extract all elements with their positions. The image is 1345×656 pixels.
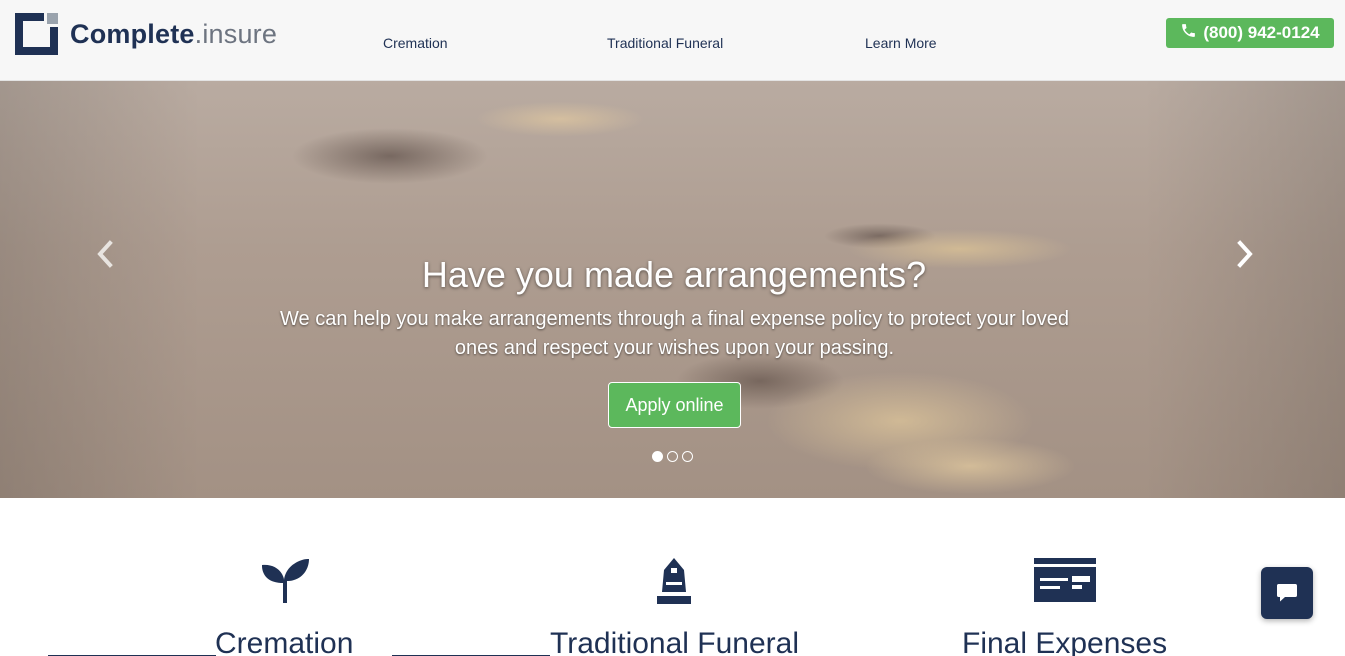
feature-final-expenses[interactable]: Final Expenses [962, 556, 1167, 656]
brand-logo[interactable]: Complete.insure [15, 13, 277, 55]
chat-launcher-button[interactable] [1261, 567, 1313, 619]
chevron-right-icon [1237, 240, 1253, 268]
brand-name-bold: Complete [70, 19, 195, 49]
hero-title: Have you made arrangements? [421, 254, 927, 295]
carousel-indicator-2[interactable] [667, 451, 678, 462]
chevron-left-icon [97, 240, 113, 268]
apply-online-button[interactable]: Apply online [608, 382, 741, 428]
carousel-prev-button[interactable] [93, 239, 117, 269]
sprout-icon [262, 559, 309, 603]
logo-mark-icon [15, 13, 58, 55]
phone-number: (800) 942-0124 [1203, 23, 1320, 42]
bill-card-icon [1034, 558, 1096, 602]
carousel-indicator-1[interactable] [652, 451, 663, 462]
nav-link-cremation[interactable]: Cremation [383, 34, 448, 52]
feature-label-final-expenses: Final Expenses [962, 627, 1168, 656]
brand-name: Complete.insure [70, 13, 277, 55]
feature-traditional-funeral[interactable]: Traditional Funeral [550, 556, 799, 656]
nav-link-learn-more[interactable]: Learn More [865, 34, 937, 52]
carousel-indicator-3[interactable] [682, 451, 693, 462]
feature-label-traditional-funeral: Traditional Funeral [550, 627, 800, 656]
brand-name-light: .insure [194, 19, 278, 49]
feature-cremation[interactable]: Cremation [215, 556, 353, 656]
nav-link-traditional-funeral[interactable]: Traditional Funeral [607, 34, 723, 52]
hero-description: We can help you make arrangements throug… [280, 308, 1069, 359]
carousel-indicators [652, 451, 693, 462]
phone-icon [1180, 22, 1197, 44]
phone-call-button[interactable]: (800) 942-0124 [1166, 18, 1334, 48]
hero-carousel: Have you made arrangements? We can help … [0, 81, 1345, 498]
top-navbar: Complete.insure Cremation Traditional Fu… [0, 0, 1345, 81]
carousel-next-button[interactable] [1233, 239, 1257, 269]
chat-bubble-icon [1277, 584, 1297, 602]
headstone-icon [657, 558, 691, 604]
feature-label-cremation: Cremation [215, 627, 354, 656]
